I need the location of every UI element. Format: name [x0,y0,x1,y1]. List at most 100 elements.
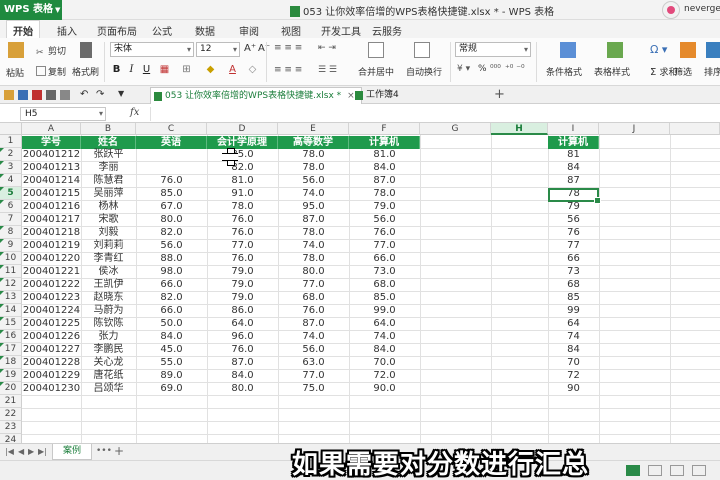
row-header[interactable]: 5 [0,187,22,200]
table-cell[interactable]: 刘莉莉 [81,239,136,252]
table-cell[interactable]: 200401229 [22,369,81,382]
table-cell[interactable]: 45.0 [136,343,207,356]
font-color-icon[interactable]: A [226,63,239,76]
table-cell[interactable]: 56.0 [349,213,420,226]
table-cell[interactable]: 66.0 [136,304,207,317]
table-cell[interactable]: 200401222 [22,278,81,291]
table-cell[interactable]: 56.0 [278,343,349,356]
table-cell[interactable]: 李青红 [81,252,136,265]
table-cell[interactable]: 200401214 [22,174,81,187]
undo-icon[interactable]: ↶ [80,89,88,100]
column-header[interactable]: F [349,123,420,135]
decimal-icon[interactable]: ⁺⁰ ⁻⁰ [505,64,525,74]
table-cell[interactable]: 80.0 [207,382,278,395]
tab-developer[interactable]: 开发工具 [321,23,361,38]
table-cell[interactable]: 76.0 [207,213,278,226]
table-cell[interactable]: 74 [548,330,599,343]
table-cell[interactable]: 98.0 [136,265,207,278]
table-cell[interactable]: 200401223 [22,291,81,304]
prev-sheet-icon[interactable]: ◀ [18,447,24,456]
row-header[interactable]: 20 [0,382,22,395]
new-tab-button[interactable]: + [494,87,505,102]
paste-icon[interactable] [8,42,24,58]
table-cell[interactable]: 81 [548,148,599,161]
format-painter-button[interactable]: 格式刷 [72,65,99,78]
justify-icon[interactable]: ☰ ☰ [318,65,337,75]
table-cell[interactable]: 84.0 [349,343,420,356]
thousands-icon[interactable]: ⁰⁰⁰ [490,64,501,74]
table-cell[interactable]: 96.0 [207,330,278,343]
table-cell[interactable]: 99.0 [349,304,420,317]
chevron-down-icon[interactable]: ▼ [118,89,124,98]
table-cell[interactable]: 76.0 [349,226,420,239]
row-header[interactable]: 8 [0,226,22,239]
table-cell[interactable]: 200401230 [22,382,81,395]
fill-color-icon[interactable]: ◆ [204,63,217,76]
formula-input[interactable] [150,107,715,121]
table-cell[interactable]: 马蔚为 [81,304,136,317]
last-sheet-icon[interactable]: ▶| [38,447,47,456]
table-cell[interactable]: 66.0 [136,278,207,291]
row-header[interactable]: 12 [0,278,22,291]
indent-icon[interactable]: ⇤ ⇥ [318,43,336,53]
doc-tab[interactable]: 工作簿4 [352,87,405,104]
sort-button[interactable]: 排序 [704,65,720,78]
table-cell[interactable]: 200401212 [22,148,81,161]
user-account[interactable]: neverge [662,0,720,20]
table-cell[interactable]: 赵晓东 [81,291,136,304]
table-cell[interactable]: 72.0 [349,369,420,382]
tab-data[interactable]: 数据 [195,23,215,38]
page-break-view-icon[interactable] [670,465,684,476]
border-icon[interactable]: ▦ [158,63,171,76]
copy-button[interactable]: 复制 [36,65,66,78]
table-cell[interactable]: 72 [548,369,599,382]
symbol-icon[interactable]: Ω ▾ [650,43,667,56]
table-cell[interactable]: 79.0 [349,200,420,213]
table-cell[interactable]: 74.0 [278,187,349,200]
table-cell[interactable]: 85 [548,291,599,304]
table-cell[interactable]: 74.0 [349,330,420,343]
table-cell[interactable]: 68.0 [278,291,349,304]
table-cell[interactable]: 74.0 [278,330,349,343]
table-cell[interactable]: 64.0 [349,317,420,330]
grow-font-icon[interactable]: A⁺ [244,43,256,54]
table-cell[interactable]: 84.0 [349,161,420,174]
table-cell[interactable]: 86.0 [207,304,278,317]
add-sheet-button[interactable]: + [114,444,124,458]
sort-icon[interactable] [706,42,720,58]
row-header[interactable]: 15 [0,317,22,330]
row-header[interactable]: 10 [0,252,22,265]
merge-center-button[interactable]: 合并居中 [358,65,394,78]
clear-format-icon[interactable]: ◇ [246,63,259,76]
table-cell[interactable]: 200401226 [22,330,81,343]
table-cell[interactable]: 77.0 [207,239,278,252]
table-cell[interactable]: 63.0 [278,356,349,369]
row-header[interactable]: 16 [0,330,22,343]
table-cell[interactable]: 侯冰 [81,265,136,278]
save-icon[interactable] [18,90,28,100]
table-style-icon[interactable] [607,42,623,58]
table-cell[interactable]: 吴丽萍 [81,187,136,200]
row-header[interactable]: 17 [0,343,22,356]
row-header[interactable]: 22 [0,408,22,421]
table-cell[interactable]: 200401224 [22,304,81,317]
bold-button[interactable]: B [110,63,123,76]
column-header[interactable]: I [548,123,599,135]
wrap-icon[interactable] [414,42,430,58]
normal-view-icon[interactable] [626,465,640,476]
table-cell[interactable]: 79.0 [207,278,278,291]
table-cell[interactable]: 杨林 [81,200,136,213]
merge-icon[interactable] [368,42,384,58]
table-cell[interactable]: 80.0 [278,265,349,278]
row-header[interactable]: 13 [0,291,22,304]
table-cell[interactable]: 张力 [81,330,136,343]
table-cell[interactable]: 张跃平 [81,148,136,161]
conditional-format-button[interactable]: 条件格式 [546,65,582,78]
column-header[interactable]: J [599,123,670,135]
table-cell[interactable]: 73.0 [349,265,420,278]
tab-home[interactable]: 开始 [6,20,40,38]
row-header[interactable]: 21 [0,395,22,408]
row-header[interactable]: 4 [0,174,22,187]
table-cell[interactable]: 50.0 [136,317,207,330]
table-cell[interactable]: 200401217 [22,213,81,226]
